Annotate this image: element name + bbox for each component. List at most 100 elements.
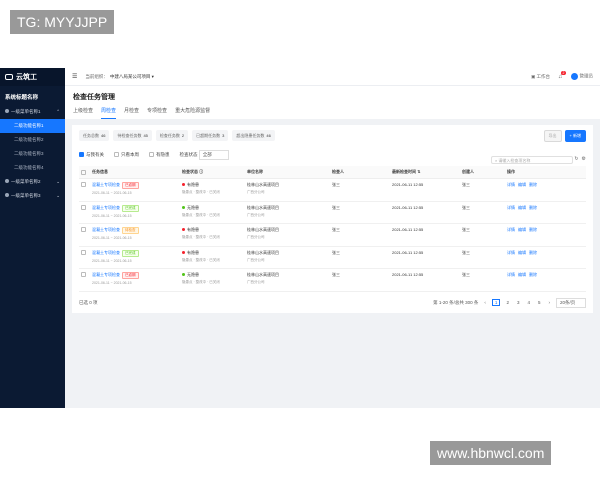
stat-total[interactable]: 任务总数 46 — [79, 130, 110, 141]
shield-icon — [5, 179, 9, 183]
task-name[interactable]: 混凝土专项检查 — [92, 205, 120, 210]
inspector: 张三 — [330, 268, 390, 292]
total-count: 第 1-20 条/总共 300 条 — [433, 299, 479, 305]
unit-name: 桂林山水高速项目 — [247, 182, 279, 187]
filter-hazard[interactable]: 有隐患 — [149, 152, 170, 158]
sidebar-item-4[interactable]: 二级功能名称4 — [0, 161, 65, 175]
detail-link[interactable]: 详情 — [507, 227, 515, 232]
checkbox-icon — [149, 152, 154, 158]
org-selector[interactable]: 中建八局某公司项目 ▾ — [110, 74, 154, 80]
export-button[interactable]: 导出 — [543, 130, 562, 142]
task-date: 2021-06-11 ~ 2021-06-15 — [92, 258, 132, 263]
sidebar-item-2[interactable]: 二级功能名称2 — [0, 133, 65, 147]
col-status[interactable]: 检查状态 ⓘ — [180, 166, 245, 179]
row-checkbox[interactable] — [81, 227, 86, 233]
table-footer: 已选 0 项 第 1-20 条/总共 300 条 ‹ 1 2 3 4 5 › 2… — [79, 297, 586, 308]
col-time[interactable]: 最新检查时间 ⇅ — [390, 166, 460, 179]
check-time: 2021-06-11 12:55 — [390, 223, 460, 247]
task-name[interactable]: 混凝土专项检查 — [92, 227, 120, 232]
delete-link[interactable]: 删除 — [529, 182, 537, 187]
system-name: 系统标题名称 — [5, 95, 39, 101]
detail-link[interactable]: 详情 — [507, 182, 515, 187]
stat-pending[interactable]: 待检查任务数 45 — [113, 130, 152, 141]
page-1[interactable]: 1 — [491, 299, 501, 306]
page-size-select[interactable]: 20条/页 — [556, 297, 586, 308]
sidebar-item-3[interactable]: 二级功能名称3 — [0, 147, 65, 161]
page-3[interactable]: 3 — [515, 300, 522, 305]
delete-link[interactable]: 删除 — [529, 250, 537, 255]
stat-hazard[interactable]: 超出隐患任务数 46 — [232, 130, 275, 141]
status-select[interactable]: 全部 — [198, 150, 229, 160]
edit-link[interactable]: 编辑 — [518, 250, 526, 255]
tab-superior[interactable]: 上级检查 — [73, 107, 93, 119]
row-checkbox[interactable] — [81, 182, 86, 188]
creator: 张三 — [460, 178, 505, 202]
status-detail: 隐患点 · 整改中 · 已关闭 — [182, 257, 220, 262]
unit-sub: 广西分公司 — [247, 212, 265, 217]
detail-link[interactable]: 详情 — [507, 205, 515, 210]
watermark-bottom: www.hbnwcl.com — [430, 441, 552, 465]
sidebar-group-3[interactable]: 一级菜单名称3 ⌄ — [0, 189, 65, 203]
detail-link[interactable]: 详情 — [507, 250, 515, 255]
table-row[interactable]: 混凝土专项检查 待检查 2021-06-11 ~ 2021-06-15 有隐患 隐患点 … — [79, 223, 586, 247]
tab-special[interactable]: 专项检查 — [147, 107, 167, 119]
search-input[interactable]: ⌕ 请输入检查项名称 — [491, 156, 573, 164]
user-menu[interactable]: 管理员 — [570, 73, 593, 80]
workbench-link[interactable]: ▣ 工作台 — [531, 74, 550, 80]
table-row[interactable]: 混凝土专项检查 已逾期 2021-06-11 ~ 2021-06-15 有隐患 隐患点 … — [79, 178, 586, 202]
menu-icon[interactable]: ☰ — [72, 73, 77, 80]
delete-link[interactable]: 删除 — [529, 227, 537, 232]
refresh-icon[interactable]: ↻ — [574, 156, 578, 162]
table-row[interactable]: 混凝土专项检查 已逾期 2021-06-11 ~ 2021-06-15 无隐患 隐患点 … — [79, 268, 586, 292]
org-label: 当前组织： — [85, 73, 108, 79]
row-checkbox[interactable] — [81, 272, 86, 278]
unit-sub: 广西分公司 — [247, 280, 265, 284]
row-checkbox[interactable] — [81, 204, 86, 210]
col-creator: 创建人 — [460, 166, 505, 179]
filter-mine[interactable]: 与我有关 — [79, 152, 104, 158]
delete-link[interactable]: 删除 — [529, 272, 537, 277]
edit-link[interactable]: 编辑 — [518, 272, 526, 277]
row-checkbox[interactable] — [81, 249, 86, 255]
creator: 张三 — [460, 268, 505, 292]
edit-link[interactable]: 编辑 — [518, 205, 526, 210]
task-date: 2021-06-11 ~ 2021-06-15 — [92, 236, 132, 240]
table-tools: ↻ ⚙ — [574, 156, 586, 162]
delete-link[interactable]: 删除 — [529, 205, 537, 210]
next-page-icon[interactable]: › — [547, 300, 553, 305]
filter-cycle[interactable]: 只看本周 — [114, 152, 139, 158]
settings-icon[interactable]: ⚙ — [582, 156, 586, 162]
sidebar-group-2[interactable]: 一级菜单名称2 ⌄ — [0, 175, 65, 189]
select-all-checkbox[interactable] — [81, 169, 86, 175]
logo-icon — [5, 74, 13, 80]
page-5[interactable]: 5 — [536, 300, 543, 305]
notification-bell[interactable]: ♫ 2 — [558, 70, 566, 80]
creator: 张三 — [460, 201, 505, 224]
page-4[interactable]: 4 — [525, 300, 532, 305]
status-detail: 隐患点 · 整改中 · 已关闭 — [182, 235, 220, 239]
status-detail: 隐患点 · 整改中 · 已关闭 — [182, 212, 220, 217]
add-button[interactable]: + 新增 — [564, 130, 586, 142]
sidebar-item-1[interactable]: 二级功能名称1 — [0, 119, 65, 133]
logo-text: 云筑工 — [16, 74, 37, 81]
notification-badge: 2 — [561, 70, 566, 75]
task-name[interactable]: 混凝土专项检查 — [92, 182, 120, 187]
detail-link[interactable]: 详情 — [507, 272, 515, 277]
tab-monthly[interactable]: 月检查 — [124, 107, 139, 119]
tab-hazard[interactable]: 重大危险源监督 — [175, 107, 210, 119]
table-row[interactable]: 混凝土专项检查 已完成 2021-06-11 ~ 2021-06-15 无隐患 隐患点 … — [79, 201, 586, 224]
edit-link[interactable]: 编辑 — [518, 227, 526, 232]
tab-weekly[interactable]: 周检查 — [101, 107, 117, 119]
table-row[interactable]: 混凝土专项检查 已完成 2021-06-11 ~ 2021-06-15 有隐患 隐患点 … — [79, 246, 586, 269]
task-tag: 已逾期 — [122, 182, 139, 189]
page-header: 检查任务管理 上级检查 周检查 月检查 专项检查 重大危险源监督 — [65, 86, 600, 119]
edit-link[interactable]: 编辑 — [518, 182, 526, 187]
page-2[interactable]: 2 — [504, 300, 511, 305]
task-name[interactable]: 混凝土专项检查 — [92, 250, 120, 255]
gear-icon — [5, 193, 9, 197]
stat-overdue[interactable]: 已超期任务数 3 — [192, 130, 229, 141]
prev-page-icon[interactable]: ‹ — [482, 300, 488, 305]
stat-checking[interactable]: 检查任务数 2 — [155, 130, 189, 141]
sidebar-group-1[interactable]: 一级菜单名称1 ⌃ — [0, 105, 65, 119]
task-name[interactable]: 混凝土专项检查 — [92, 272, 120, 277]
